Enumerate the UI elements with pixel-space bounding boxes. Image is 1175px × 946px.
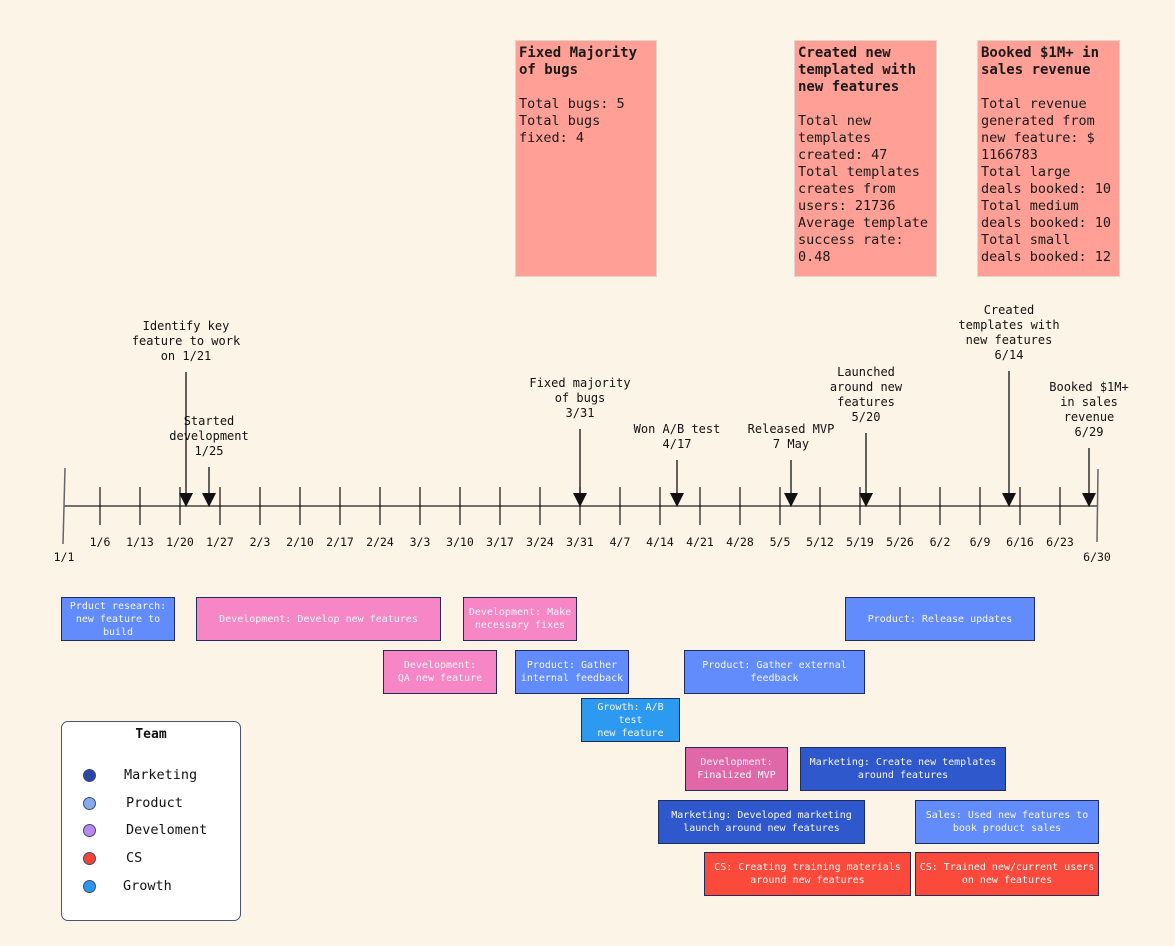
start-date-label: 1/1 xyxy=(53,550,75,564)
legend-item-development: Develoment xyxy=(62,821,240,841)
legend-label: CS xyxy=(126,850,143,866)
tick-label: 1/13 xyxy=(126,535,154,549)
tick-label: 6/9 xyxy=(969,535,991,549)
task-product-research[interactable]: Prduct research: new feature to build xyxy=(61,597,175,641)
axis-end-cap xyxy=(1096,468,1099,543)
growth-dot-icon xyxy=(83,880,96,893)
tick-label: 2/24 xyxy=(366,535,394,549)
milestone-label: Identify key feature to work on 1/21 xyxy=(131,319,241,363)
axis-start-cap xyxy=(62,467,66,545)
development-dot-icon xyxy=(83,824,96,837)
milestone-arrow-head-icon xyxy=(784,493,798,507)
milestone-arrow-head-icon xyxy=(1002,493,1016,507)
tick-label: 2/10 xyxy=(286,535,314,549)
task-cs-training-materials[interactable]: CS: Creating training materials around n… xyxy=(704,852,911,896)
task-gather-internal-feedback[interactable]: Product: Gather internal feedback xyxy=(515,650,629,694)
task-qa-new-feature[interactable]: Development: QA new feature xyxy=(383,650,497,694)
milestone-arrow-head-icon xyxy=(202,493,216,507)
task-marketing-launch[interactable]: Marketing: Developed marketing launch ar… xyxy=(658,800,865,844)
milestone-arrow-head-icon xyxy=(179,493,193,507)
legend-label: Develoment xyxy=(126,822,208,838)
tick-label: 5/19 xyxy=(846,535,874,549)
tick-label: 6/2 xyxy=(929,535,951,549)
timeline-axis xyxy=(62,371,1099,545)
milestone-arrow-head-icon xyxy=(1082,493,1096,507)
milestone-label: Started development 1/25 xyxy=(169,414,249,458)
legend-item-marketing: Marketing xyxy=(62,766,240,786)
tick-label: 1/27 xyxy=(206,535,234,549)
milestone-label: Released MVP 7 May xyxy=(747,422,835,451)
tick-label: 6/16 xyxy=(1006,535,1034,549)
product-dot-icon xyxy=(83,797,96,810)
task-create-templates[interactable]: Marketing: Create new templates around f… xyxy=(800,747,1006,791)
milestone-label: Booked $1M+ in sales revenue 6/29 xyxy=(1049,380,1129,439)
task-develop-new-features[interactable]: Development: Develop new features xyxy=(196,597,441,641)
task-ab-test[interactable]: Growth: A/B test new feature xyxy=(581,698,680,742)
milestone-arrow-head-icon xyxy=(573,493,587,507)
tick-label: 3/24 xyxy=(526,535,554,549)
milestone-label: Created templates with new features 6/14 xyxy=(958,303,1060,362)
team-legend: Team Marketing Product Develoment CS Gro… xyxy=(61,721,241,921)
marketing-dot-icon xyxy=(83,769,96,782)
tick-label: 5/12 xyxy=(806,535,834,549)
tick-label: 5/26 xyxy=(886,535,914,549)
tick-label: 6/23 xyxy=(1046,535,1074,549)
task-make-fixes[interactable]: Development: Make necessary fixes xyxy=(463,597,577,641)
tick-label: 3/10 xyxy=(446,535,474,549)
task-gather-external-feedback[interactable]: Product: Gather external feedback xyxy=(684,650,865,694)
milestone-label: Fixed majority of bugs 3/31 xyxy=(529,376,631,420)
task-sales-book[interactable]: Sales: Used new features to book product… xyxy=(915,800,1099,844)
tick-label: 1/6 xyxy=(89,535,111,549)
legend-title: Team xyxy=(135,727,167,742)
tick-label: 5/5 xyxy=(769,535,791,549)
cs-dot-icon xyxy=(83,852,96,865)
tick-label: 2/3 xyxy=(249,535,271,549)
tick-label: 4/21 xyxy=(686,535,714,549)
legend-label: Growth xyxy=(123,878,172,894)
task-cs-trained-users[interactable]: CS: Trained new/current users on new fea… xyxy=(915,852,1099,896)
tick-label: 3/31 xyxy=(566,535,594,549)
legend-label: Product xyxy=(126,795,183,811)
end-date-label: 6/30 xyxy=(1083,550,1111,564)
legend-item-cs: CS xyxy=(62,849,240,869)
legend-label: Marketing xyxy=(124,767,198,783)
task-release-updates[interactable]: Product: Release updates xyxy=(845,597,1035,641)
milestone-label: Won A/B test 4/17 xyxy=(633,422,721,451)
tick-label: 4/28 xyxy=(726,535,754,549)
milestone-label: Launched around new features 5/20 xyxy=(829,365,903,424)
tick-label: 1/20 xyxy=(166,535,194,549)
task-finalized-mvp[interactable]: Development: Finalized MVP xyxy=(685,747,788,791)
tick-label: 4/14 xyxy=(646,535,674,549)
tick-label: 3/3 xyxy=(409,535,431,549)
legend-item-growth: Growth xyxy=(62,877,240,897)
milestone-arrow-head-icon xyxy=(859,493,873,507)
tick-label: 4/7 xyxy=(609,535,631,549)
tick-label: 2/17 xyxy=(326,535,354,549)
tick-label: 3/17 xyxy=(486,535,514,549)
legend-item-product: Product xyxy=(62,794,240,814)
milestone-arrow-head-icon xyxy=(670,493,684,507)
